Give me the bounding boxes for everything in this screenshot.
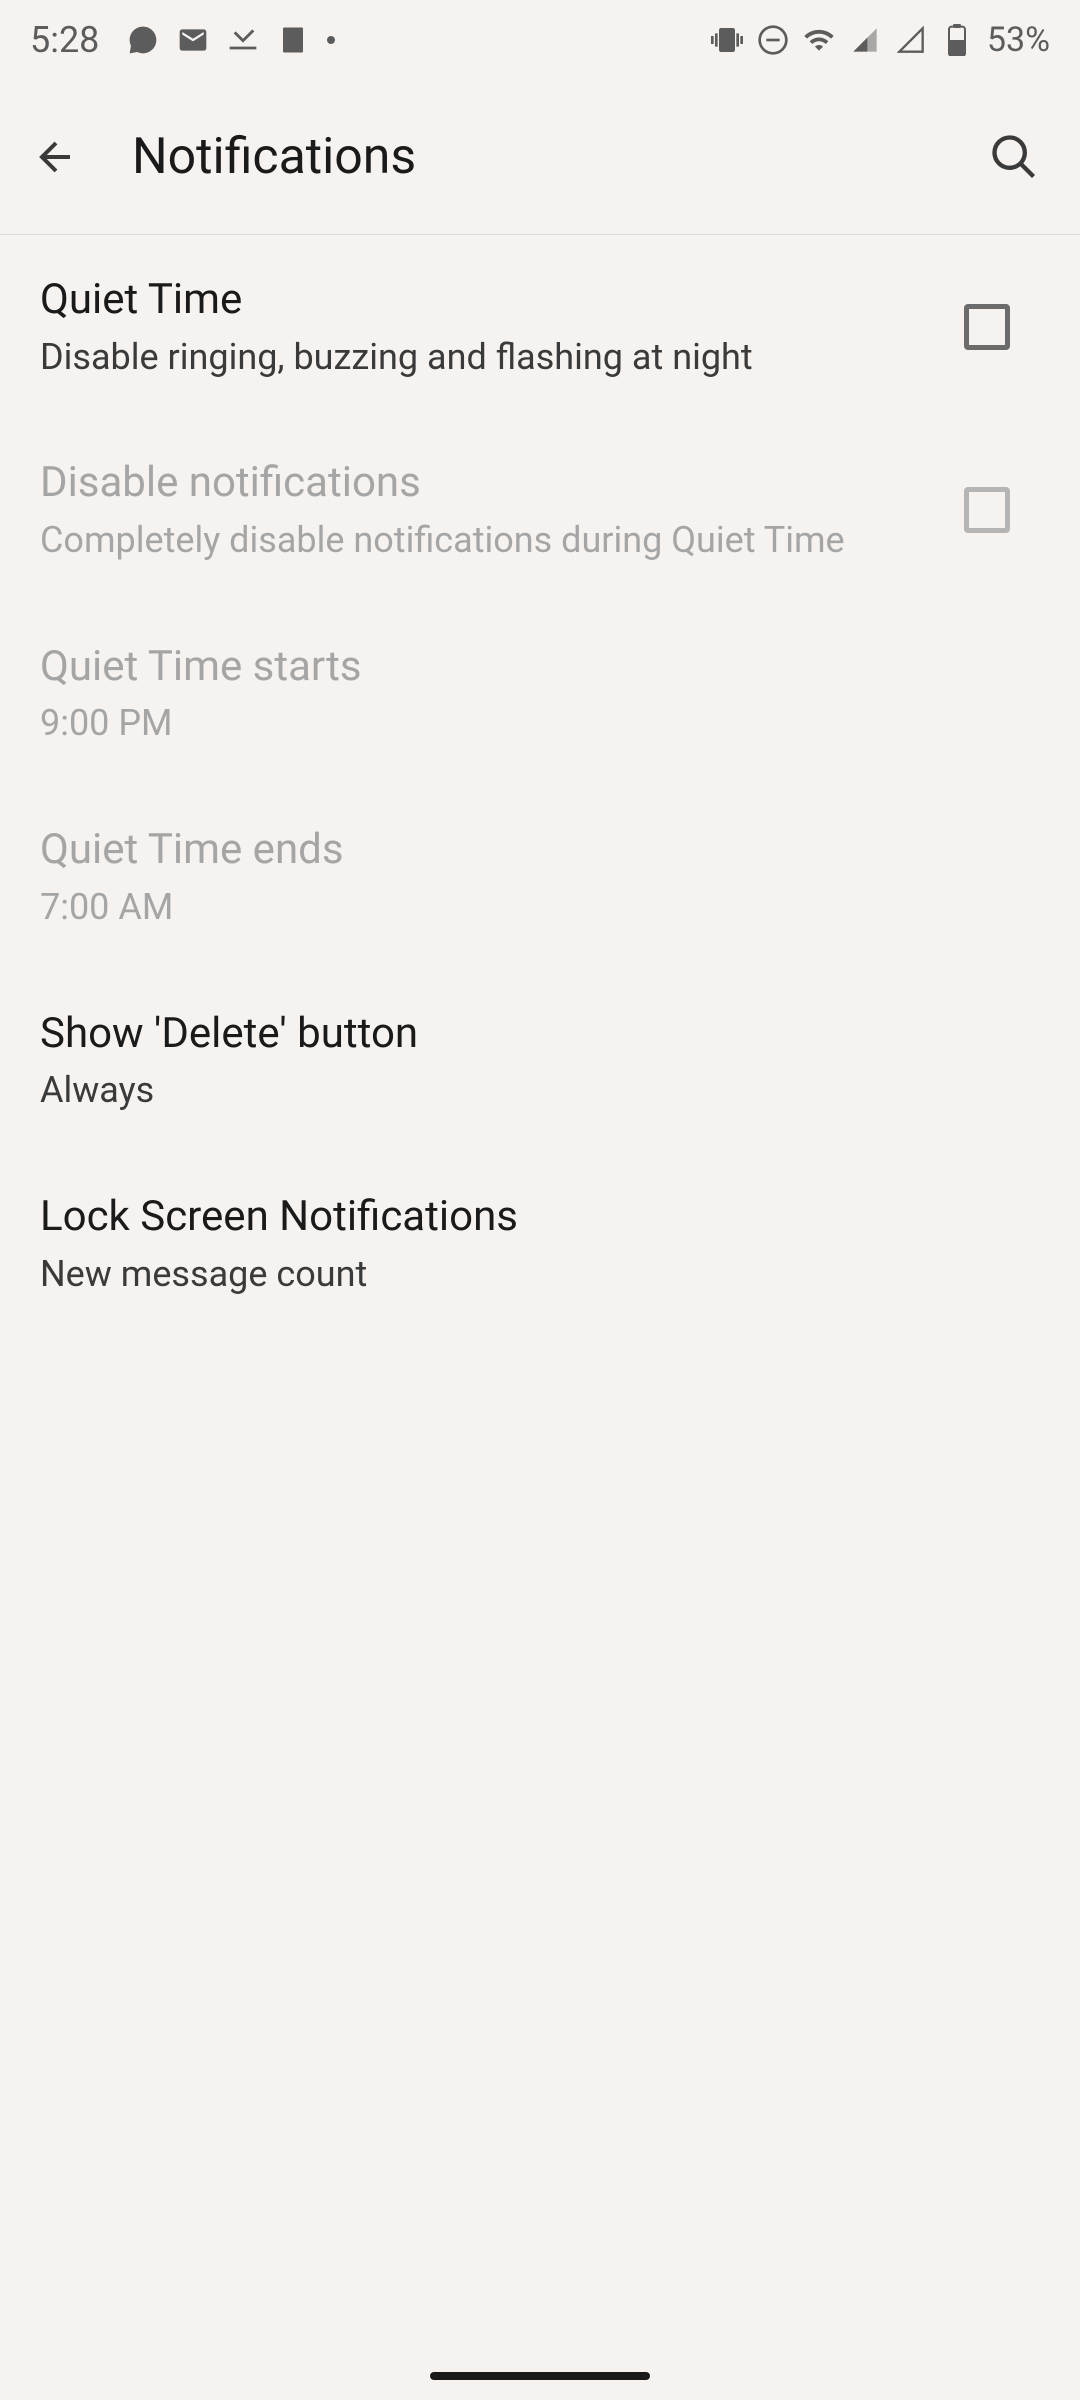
settings-list: Quiet Time Disable ringing, buzzing and … bbox=[0, 235, 1080, 1335]
signal-icon-1 bbox=[849, 24, 881, 56]
setting-title: Quiet Time starts bbox=[40, 640, 1010, 695]
setting-subtitle: Disable ringing, buzzing and flashing at… bbox=[40, 334, 934, 381]
setting-disable-notifications[interactable]: Disable notifications Completely disable… bbox=[0, 418, 1080, 601]
setting-subtitle: New message count bbox=[40, 1251, 1010, 1298]
search-button[interactable] bbox=[978, 121, 1050, 193]
back-button[interactable] bbox=[20, 121, 92, 193]
document-icon bbox=[277, 24, 309, 56]
setting-quiet-time-starts[interactable]: Quiet Time starts 9:00 PM bbox=[0, 602, 1080, 785]
setting-title: Lock Screen Notifications bbox=[40, 1190, 1010, 1245]
status-bar: 5:28 53% bbox=[0, 0, 1080, 80]
wifi-icon bbox=[803, 24, 835, 56]
setting-content: Disable notifications Completely disable… bbox=[40, 456, 964, 563]
setting-subtitle: 9:00 PM bbox=[40, 700, 1010, 747]
navigation-handle[interactable] bbox=[430, 2372, 650, 2380]
setting-subtitle: 7:00 AM bbox=[40, 884, 1010, 931]
quiet-time-checkbox[interactable] bbox=[964, 304, 1010, 350]
setting-title: Disable notifications bbox=[40, 456, 934, 511]
dnd-icon bbox=[757, 24, 789, 56]
mail-icon bbox=[177, 24, 209, 56]
status-left: 5:28 bbox=[30, 19, 335, 61]
missed-call-icon bbox=[227, 24, 259, 56]
setting-content: Quiet Time starts 9:00 PM bbox=[40, 640, 1040, 747]
setting-quiet-time-ends[interactable]: Quiet Time ends 7:00 AM bbox=[0, 785, 1080, 968]
search-icon bbox=[988, 131, 1040, 183]
chat-icon bbox=[127, 24, 159, 56]
setting-subtitle: Completely disable notifications during … bbox=[40, 517, 934, 564]
setting-title: Quiet Time ends bbox=[40, 823, 1010, 878]
arrow-left-icon bbox=[32, 133, 80, 181]
status-dot bbox=[327, 36, 335, 44]
setting-show-delete-button[interactable]: Show 'Delete' button Always bbox=[0, 969, 1080, 1152]
setting-content: Lock Screen Notifications New message co… bbox=[40, 1190, 1040, 1297]
signal-icon-2 bbox=[895, 24, 927, 56]
page-title: Notifications bbox=[132, 128, 978, 186]
disable-notifications-checkbox[interactable] bbox=[964, 487, 1010, 533]
setting-content: Show 'Delete' button Always bbox=[40, 1007, 1040, 1114]
setting-content: Quiet Time ends 7:00 AM bbox=[40, 823, 1040, 930]
vibrate-icon bbox=[711, 24, 743, 56]
setting-lock-screen-notifications[interactable]: Lock Screen Notifications New message co… bbox=[0, 1152, 1080, 1335]
setting-subtitle: Always bbox=[40, 1067, 1010, 1114]
setting-title: Quiet Time bbox=[40, 273, 934, 328]
setting-quiet-time[interactable]: Quiet Time Disable ringing, buzzing and … bbox=[0, 235, 1080, 418]
status-time: 5:28 bbox=[30, 19, 99, 61]
battery-icon bbox=[941, 24, 973, 56]
battery-percentage: 53% bbox=[987, 20, 1050, 60]
app-bar: Notifications bbox=[0, 80, 1080, 235]
setting-content: Quiet Time Disable ringing, buzzing and … bbox=[40, 273, 964, 380]
status-right: 53% bbox=[711, 20, 1050, 60]
setting-title: Show 'Delete' button bbox=[40, 1007, 1010, 1062]
